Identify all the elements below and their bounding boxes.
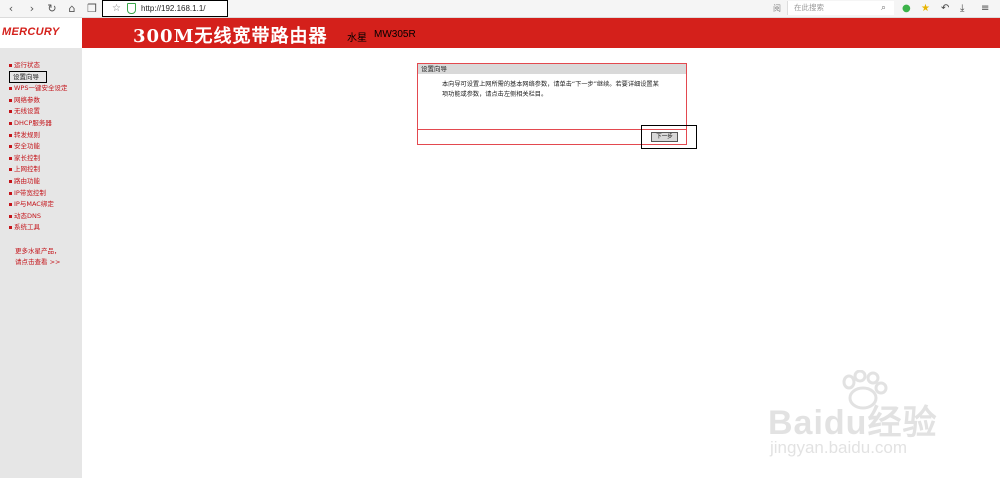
- download-icon[interactable]: ⤓: [960, 2, 964, 15]
- address-bar[interactable]: ☆ http://192.168.1.1/: [102, 0, 228, 17]
- model-name: MW305R: [374, 29, 416, 40]
- bullet-icon: [9, 203, 12, 207]
- bullet-icon: [9, 110, 12, 114]
- sidebar-item-label: 上网控制: [14, 165, 40, 174]
- sidebar-item-label: 转发规则: [14, 130, 40, 139]
- sidebar-item-label: 系统工具: [14, 223, 40, 232]
- sidebar: 运行状态 设置向导 WPS一键安全设定 网络参数 无线设置 DHCP服务器 转发…: [0, 48, 82, 478]
- sidebar-item-label: 动态DNS: [14, 211, 41, 220]
- wizard-description: 本向导可设置上网所需的基本网络参数，请单击“下一步”继续。若要详细设置某项功能或…: [442, 81, 659, 98]
- router-header: MERCURY 300M无线宽带路由器 水星 MW305R: [0, 18, 1000, 48]
- favorites-star-icon[interactable]: ★: [921, 2, 930, 15]
- search-input[interactable]: 在此搜索 ⌕: [787, 1, 894, 15]
- sidebar-item-system-tools[interactable]: 系统工具: [0, 222, 82, 234]
- bullet-icon: [9, 226, 12, 230]
- sidebar-item-label: IP与MAC绑定: [14, 200, 54, 209]
- product-title: 300M无线宽带路由器: [133, 26, 328, 47]
- forward-button[interactable]: ›: [25, 2, 39, 15]
- logo-area: MERCURY: [0, 18, 82, 48]
- brand-name: 水星: [347, 33, 367, 44]
- baidu-watermark: Baidu经验 jingyan.baidu.com: [768, 370, 988, 470]
- sidebar-item-forwarding[interactable]: 转发规则: [0, 130, 82, 142]
- url-text[interactable]: http://192.168.1.1/: [141, 3, 206, 14]
- back-button[interactable]: ‹: [4, 2, 18, 15]
- sidebar-item-label: 无线设置: [14, 107, 40, 116]
- sidebar-item-label: 安全功能: [14, 142, 40, 151]
- browser-toolbar: ‹ › ↻ ⌂ ❒ ☆ http://192.168.1.1/ 阅 在此搜索 ⌕…: [0, 0, 1000, 18]
- mercury-logo: MERCURY: [2, 26, 60, 38]
- sidebar-item-ip-mac[interactable]: IP与MAC绑定: [0, 199, 82, 211]
- bullet-icon: [9, 121, 12, 125]
- bullet-icon: [9, 133, 12, 137]
- sidebar-item-wireless[interactable]: 无线设置: [0, 106, 82, 118]
- sidebar-item-ddns[interactable]: 动态DNS: [0, 211, 82, 223]
- security-shield-icon: [127, 3, 136, 14]
- reader-mode-button[interactable]: ❒: [85, 2, 99, 15]
- bullet-icon: [9, 64, 12, 67]
- sidebar-item-access-control[interactable]: 上网控制: [0, 164, 82, 176]
- sidebar-item-parental[interactable]: 家长控制: [0, 153, 82, 165]
- watermark-url: jingyan.baidu.com: [770, 438, 908, 457]
- bullet-icon: [9, 98, 12, 102]
- sidebar-item-network[interactable]: 网络参数: [0, 95, 82, 107]
- sidebar-item-setup-wizard[interactable]: 设置向导: [0, 70, 82, 84]
- bullet-icon: [9, 145, 12, 149]
- watermark-text: Baidu经验: [768, 404, 938, 442]
- sidebar-item-security[interactable]: 安全功能: [0, 141, 82, 153]
- bullet-icon: [9, 179, 12, 183]
- bullet-icon: [9, 214, 12, 218]
- panel-title-bar: 设置向导: [418, 64, 686, 74]
- more-products-line2: 请点击查看 >>: [15, 258, 61, 266]
- home-button[interactable]: ⌂: [65, 2, 79, 15]
- search-placeholder: 在此搜索: [794, 3, 824, 12]
- sidebar-item-label: 家长控制: [14, 153, 40, 162]
- panel-title: 设置向导: [421, 65, 447, 73]
- bullet-icon: [9, 168, 12, 172]
- read-mode-icon[interactable]: 阅: [773, 3, 781, 14]
- sidebar-item-label: WPS一键安全设定: [14, 84, 68, 93]
- chat-icon[interactable]: ●: [902, 2, 911, 15]
- bullet-icon: [9, 87, 12, 91]
- sidebar-menu: 运行状态 设置向导 WPS一键安全设定 网络参数 无线设置 DHCP服务器 转发…: [0, 60, 82, 234]
- bullet-icon: [9, 156, 12, 160]
- sidebar-item-label: 网络参数: [14, 95, 40, 104]
- sidebar-item-wps[interactable]: WPS一键安全设定: [0, 83, 82, 95]
- sidebar-item-label: 路由功能: [14, 176, 40, 185]
- reload-button[interactable]: ↻: [45, 2, 59, 15]
- more-products-line1: 更多水星产品，: [15, 247, 61, 255]
- more-products-link[interactable]: 更多水星产品， 请点击查看 >>: [15, 246, 61, 268]
- undo-icon[interactable]: ↶: [941, 2, 949, 15]
- bullet-icon: [9, 191, 12, 195]
- sidebar-item-label: IP带宽控制: [14, 188, 46, 197]
- sidebar-item-label: DHCP服务器: [14, 118, 52, 127]
- sidebar-item-label: 设置向导: [13, 72, 39, 81]
- sidebar-item-routing[interactable]: 路由功能: [0, 176, 82, 188]
- sidebar-item-dhcp[interactable]: DHCP服务器: [0, 118, 82, 130]
- sidebar-item-bandwidth[interactable]: IP带宽控制: [0, 188, 82, 200]
- menu-icon[interactable]: ≡: [981, 2, 989, 15]
- next-button-highlight: [641, 125, 697, 149]
- bookmark-star-icon[interactable]: ☆: [112, 2, 121, 15]
- search-icon[interactable]: ⌕: [881, 3, 886, 13]
